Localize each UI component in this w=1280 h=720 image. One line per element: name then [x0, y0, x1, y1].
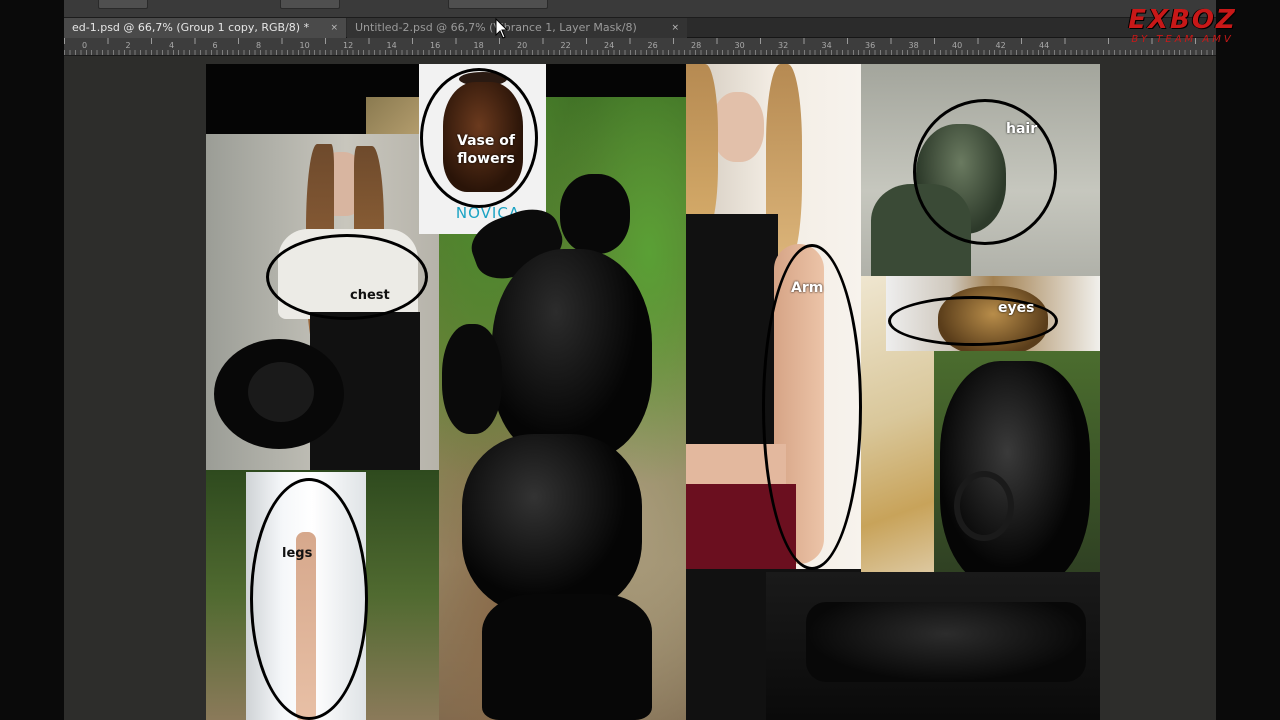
chest-label: chest	[350, 288, 390, 303]
ruler-label: 36	[865, 41, 876, 50]
statue-base-photo	[766, 572, 1100, 720]
options-button[interactable]	[448, 0, 548, 9]
ruler-label: 2	[125, 41, 131, 50]
exboz-watermark-logo: EXBOZ BY TEAM AMV	[1100, 6, 1265, 56]
document-canvas[interactable]: NOVICA Vase of flowers chest legs Arm ha…	[206, 64, 1100, 720]
close-icon[interactable]: ×	[330, 18, 338, 38]
logo-main-text: EXBOZ	[1128, 5, 1237, 35]
mouse-cursor-icon	[495, 18, 509, 39]
ruler-label: 24	[604, 41, 615, 50]
legs-ellipse	[250, 478, 368, 720]
ruler-label: 42	[995, 41, 1006, 50]
ruler-label: 0	[82, 41, 88, 50]
document-tab-bar: ed-1.psd @ 66,7% (Group 1 copy, RGB/8) *…	[64, 18, 1216, 38]
logo-sub-text: BY TEAM AMV	[1131, 34, 1234, 45]
ruler-label: 8	[256, 41, 262, 50]
ruler-label: 26	[647, 41, 658, 50]
legs-label: legs	[282, 546, 313, 561]
ruler-label: 6	[212, 41, 218, 50]
ruler-label: 16	[430, 41, 441, 50]
ruler-label: 10	[299, 41, 310, 50]
tab-document-1[interactable]: ed-1.psd @ 66,7% (Group 1 copy, RGB/8) *…	[64, 18, 346, 38]
ruler-label: 30	[734, 41, 745, 50]
photoshop-window: ed-1.psd @ 66,7% (Group 1 copy, RGB/8) *…	[0, 0, 1280, 720]
ruler-label: 4	[169, 41, 175, 50]
close-icon[interactable]: ×	[671, 18, 679, 38]
ruler-label: 14	[386, 41, 397, 50]
ruler-label: 44	[1039, 41, 1050, 50]
vase-label: Vase of flowers	[457, 133, 515, 167]
ruler-label: 34	[821, 41, 832, 50]
options-button[interactable]	[98, 0, 148, 9]
ruler-label: 22	[560, 41, 571, 50]
ruler-minor-ticks	[64, 50, 1216, 55]
black-statue-photo	[442, 174, 672, 720]
ruler-label: 12	[343, 41, 354, 50]
eyes-label: eyes	[998, 300, 1035, 316]
options-bar	[64, 0, 1216, 18]
tab-untitled-2[interactable]: Untitled-2.psd @ 66,7% (Vibrance 1, Laye…	[347, 18, 687, 38]
hair-label: hair	[1006, 121, 1038, 137]
options-button[interactable]	[280, 0, 340, 9]
ruler-label: 18	[473, 41, 484, 50]
ruler-label: 20	[517, 41, 528, 50]
ruler-label: 28	[691, 41, 702, 50]
right-dark-edge	[1216, 0, 1280, 720]
left-dark-edge	[0, 0, 64, 720]
chest-ellipse	[266, 234, 428, 320]
ruler-label: 40	[952, 41, 963, 50]
statue-closeup-photo	[934, 351, 1100, 591]
arm-label: Arm	[791, 280, 824, 296]
ruler-label: 32	[778, 41, 789, 50]
horizontal-ruler[interactable]: 0 2 4 6 8 10 12 14 16 18 20 22 24 26 28 30 32 34 36 38 40 42 4…	[64, 38, 1216, 56]
ruler-label: 38	[908, 41, 919, 50]
foliage-strip	[366, 97, 426, 137]
tab-label: ed-1.psd @ 66,7% (Group 1 copy, RGB/8) *	[72, 21, 310, 34]
